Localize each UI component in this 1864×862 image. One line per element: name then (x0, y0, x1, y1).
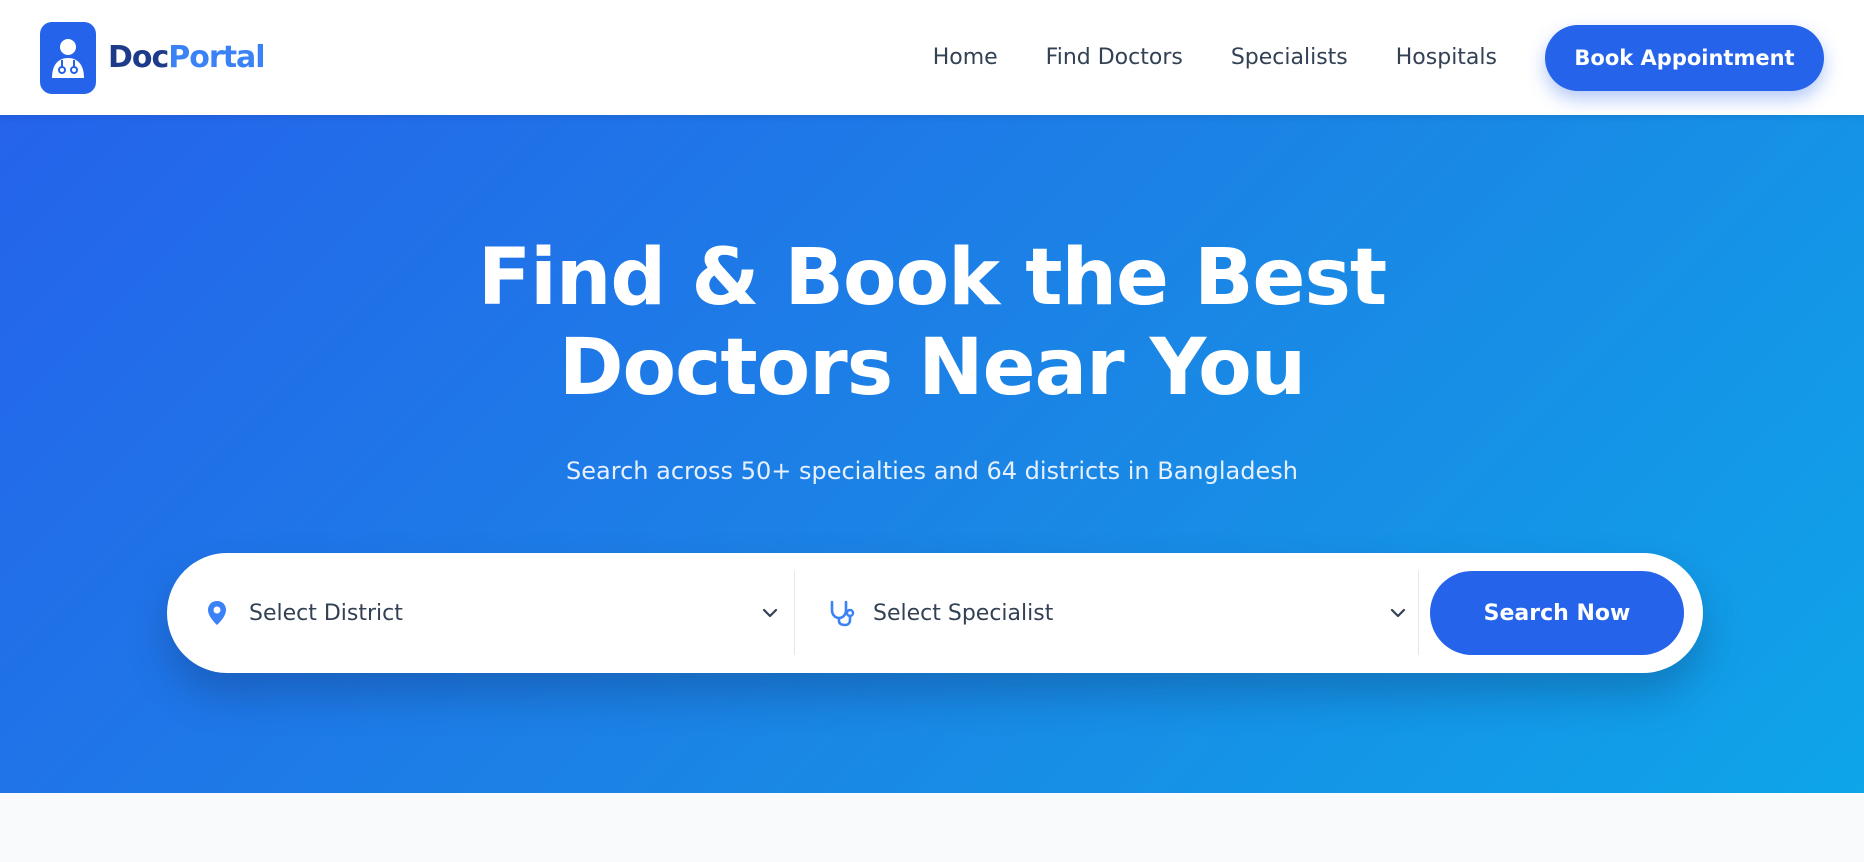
hero-title: Find & Book the Best Doctors Near You (0, 233, 1864, 413)
nav-link-specialists[interactable]: Specialists (1231, 45, 1348, 70)
hero-subtitle: Search across 50+ specialties and 64 dis… (566, 457, 1298, 485)
chevron-down-icon (1387, 602, 1409, 624)
nav-link-find-doctors[interactable]: Find Doctors (1046, 45, 1183, 70)
chevron-down-icon (759, 602, 781, 624)
doctor-icon (40, 21, 96, 94)
search-now-button[interactable]: Search Now (1430, 571, 1684, 655)
hero-title-line1: Find & Book the Best (477, 233, 1387, 323)
district-select-label: Select District (249, 600, 403, 626)
specialist-select[interactable]: Select Specialist (827, 571, 1423, 655)
nav-link-home[interactable]: Home (933, 45, 998, 70)
brand-name-part1: Doc (108, 40, 169, 75)
brand-name: DocPortal (108, 40, 266, 75)
book-appointment-button[interactable]: Book Appointment (1545, 24, 1824, 91)
hero-title-line2: Doctors Near You (558, 323, 1306, 413)
logo[interactable]: DocPortal (40, 21, 266, 94)
hero-section: Find & Book the Best Doctors Near You Se… (0, 115, 1864, 793)
nav-links: Home Find Doctors Specialists Hospitals … (933, 24, 1824, 91)
brand-name-part2: Portal (168, 40, 265, 75)
navbar: DocPortal Home Find Doctors Specialists … (0, 0, 1864, 115)
stethoscope-icon (827, 599, 855, 627)
nav-link-hospitals[interactable]: Hospitals (1396, 45, 1497, 70)
location-pin-icon (203, 599, 231, 627)
specialist-select-label: Select Specialist (873, 600, 1054, 626)
search-bar: Select District Select Specialist Search… (167, 553, 1703, 673)
search-divider (794, 571, 795, 655)
district-select[interactable]: Select District (203, 571, 795, 655)
search-divider (1418, 571, 1419, 655)
